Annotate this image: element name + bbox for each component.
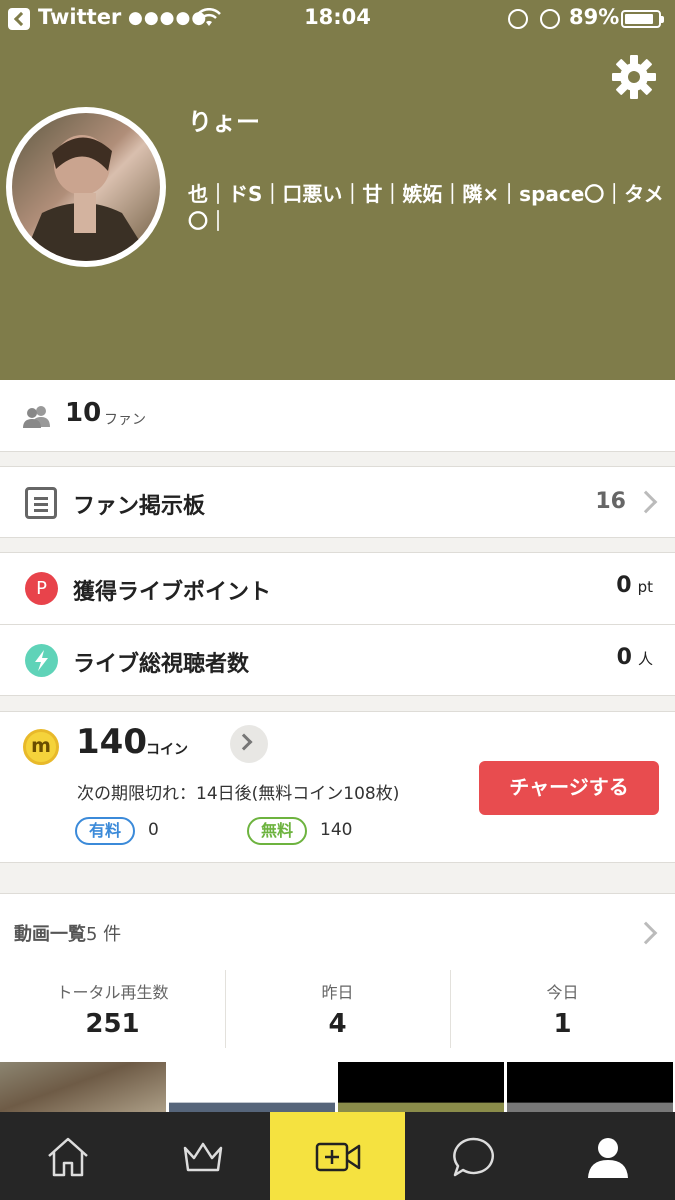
profile-header: りょー 也｜ドS｜口悪い｜甘｜嫉妬｜隣×｜space〇｜タメ〇｜ bbox=[0, 38, 675, 380]
video-list-header[interactable]: 動画一覧5 件 bbox=[14, 920, 121, 946]
yesterday-stat: 昨日 4 bbox=[225, 970, 450, 1050]
coin-icon: m bbox=[23, 729, 59, 765]
chat-icon bbox=[453, 1137, 494, 1177]
gear-icon[interactable] bbox=[611, 54, 657, 100]
board-icon bbox=[25, 487, 57, 519]
live-points-value: 0 pt bbox=[616, 573, 653, 598]
avatar[interactable] bbox=[6, 107, 166, 267]
tab-start-live[interactable] bbox=[270, 1112, 405, 1200]
free-coin-value: 140 bbox=[320, 820, 353, 840]
coin-details-button[interactable] bbox=[230, 725, 268, 763]
live-viewers-value: 0人 bbox=[616, 645, 653, 670]
chevron-right-icon[interactable] bbox=[634, 921, 658, 945]
live-stats-section: P 獲得ライブポイント 0 pt ライブ総視聴者数 0人 bbox=[0, 552, 675, 696]
fans-unit: ファン bbox=[104, 412, 146, 428]
live-points-label: 獲得ライブポイント bbox=[73, 580, 272, 605]
status-bar: Twitter ●●●●● 18:04 89% bbox=[0, 0, 675, 38]
coins-section: m 140 コイン 次の期限切れ：14日後(無料コイン108枚) 有料 0 無料… bbox=[0, 711, 675, 863]
video-add-icon bbox=[315, 1142, 361, 1172]
coin-expiry-text: 次の期限切れ：14日後(無料コイン108枚) bbox=[77, 784, 400, 804]
live-point-icon: P bbox=[25, 572, 58, 605]
battery-level-fill bbox=[625, 14, 653, 24]
stat-label: 昨日 bbox=[321, 983, 354, 1002]
video-count: 5 件 bbox=[86, 924, 122, 945]
video-list-title: 動画一覧 bbox=[14, 924, 86, 945]
videos-section: 動画一覧5 件 トータル再生数 251 昨日 4 今日 1 bbox=[0, 893, 675, 1124]
rotation-lock-icon bbox=[508, 9, 528, 29]
crown-icon bbox=[183, 1142, 223, 1172]
tab-messages[interactable] bbox=[405, 1112, 540, 1200]
profile-name: りょー bbox=[188, 108, 260, 136]
profile-icon bbox=[588, 1138, 628, 1178]
paid-coin-badge: 有料 bbox=[75, 817, 136, 845]
stat-value: 4 bbox=[328, 1009, 347, 1039]
stat-label: 今日 bbox=[546, 983, 579, 1002]
profile-bio: 也｜ドS｜口悪い｜甘｜嫉妬｜隣×｜space〇｜タメ〇｜ bbox=[188, 182, 664, 233]
stat-label: トータル再生数 bbox=[56, 983, 169, 1002]
charge-button[interactable]: チャージする bbox=[479, 761, 659, 815]
battery-percent: 89% bbox=[569, 5, 620, 29]
fans-count: 10 bbox=[65, 398, 102, 428]
chevron-right-icon bbox=[235, 733, 253, 751]
chevron-right-icon bbox=[634, 490, 658, 514]
stat-value: 1 bbox=[553, 1009, 572, 1039]
home-icon bbox=[48, 1137, 88, 1177]
tab-ranking[interactable] bbox=[135, 1112, 270, 1200]
tab-home[interactable] bbox=[0, 1112, 135, 1200]
tab-profile[interactable] bbox=[540, 1112, 675, 1200]
coin-amount: 140 bbox=[76, 722, 147, 762]
stat-value: 251 bbox=[85, 1009, 140, 1039]
avatar-photo bbox=[12, 113, 160, 261]
total-plays-stat: トータル再生数 251 bbox=[0, 970, 225, 1050]
free-coin-badge: 無料 bbox=[247, 817, 308, 845]
today-stat: 今日 1 bbox=[450, 970, 675, 1050]
live-viewers-label: ライブ総視聴者数 bbox=[73, 652, 250, 677]
fans-icon bbox=[23, 406, 50, 428]
fan-board-count: 16 bbox=[595, 489, 626, 514]
divider bbox=[0, 624, 675, 625]
paid-coin-value: 0 bbox=[148, 820, 159, 840]
alarm-icon bbox=[540, 9, 560, 29]
fan-board-label: ファン掲示板 bbox=[73, 494, 206, 519]
battery-icon bbox=[621, 10, 664, 28]
lightning-icon bbox=[25, 644, 58, 677]
tab-bar bbox=[0, 1112, 675, 1200]
coin-unit: コイン bbox=[146, 742, 188, 758]
fans-row[interactable]: 10 ファン bbox=[0, 380, 675, 452]
fan-board-row[interactable]: ファン掲示板 16 bbox=[0, 466, 675, 538]
